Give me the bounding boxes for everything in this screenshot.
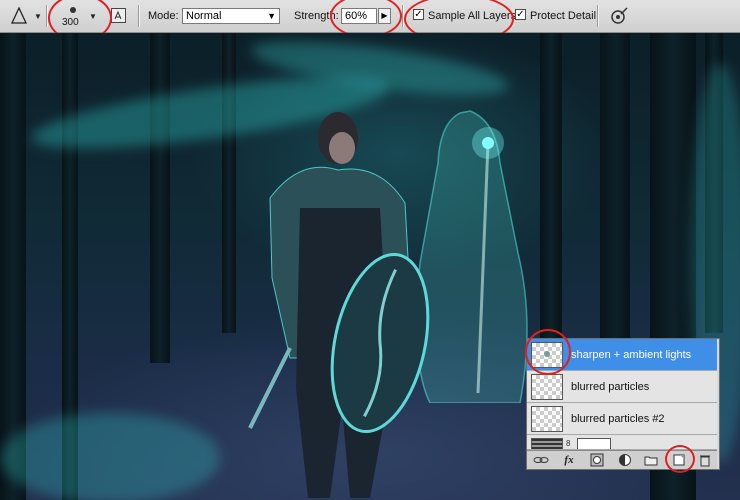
fx-icon[interactable]: fx xyxy=(561,453,577,467)
layer-thumbnail xyxy=(531,374,563,400)
pressure-icon[interactable] xyxy=(609,6,629,26)
mask-icon[interactable] xyxy=(589,453,605,467)
layer-row-selected[interactable]: sharpen + ambient lights xyxy=(527,339,717,371)
brush-tip-icon xyxy=(70,7,76,13)
brush-panel-toggle-icon[interactable] xyxy=(111,8,126,23)
strength-slider-button[interactable]: ▶ xyxy=(378,8,391,24)
link-icon: 8 xyxy=(566,439,571,448)
layer-name: sharpen + ambient lights xyxy=(571,349,692,361)
divider xyxy=(597,5,599,27)
mode-select[interactable]: Normal ▼ xyxy=(182,8,280,24)
chevron-down-icon: ▼ xyxy=(267,11,276,21)
tree-trunk xyxy=(540,33,562,343)
protect-detail-label: Protect Detail xyxy=(530,10,597,22)
folder-icon[interactable] xyxy=(643,453,659,467)
tree-trunk xyxy=(150,33,170,363)
layer-name: blurred particles xyxy=(571,381,650,393)
layer-row[interactable]: blurred particles #2 xyxy=(527,403,717,435)
strength-value: 60% xyxy=(345,10,368,22)
layers-footer: fx xyxy=(527,445,717,473)
mode-value: Normal xyxy=(186,10,222,22)
layer-row-partial[interactable]: 8 xyxy=(527,435,717,450)
divider xyxy=(138,5,140,27)
layer-name: blurred particles #2 xyxy=(571,413,665,425)
layer-thumbnail xyxy=(531,406,563,432)
divider xyxy=(402,5,404,27)
brush-picker-arrow-icon[interactable]: ▼ xyxy=(89,12,97,21)
brush-picker[interactable]: 300 xyxy=(58,4,88,30)
layers-panel: sharpen + ambient lights blurred particl… xyxy=(525,329,720,473)
divider xyxy=(46,5,48,27)
link-icon[interactable] xyxy=(533,453,549,467)
mode-label: Mode: xyxy=(148,10,179,22)
tree-trunk xyxy=(600,33,630,363)
layer-thumbnail xyxy=(531,342,563,368)
adjustment-icon[interactable] xyxy=(617,453,633,467)
new-layer-icon[interactable] xyxy=(671,453,687,467)
tool-preset-arrow-icon[interactable]: ▼ xyxy=(34,12,42,21)
brush-size: 300 xyxy=(62,17,79,28)
strength-input[interactable]: 60% xyxy=(341,8,377,24)
document-canvas[interactable]: sharpen + ambient lights blurred particl… xyxy=(0,33,740,500)
trash-icon[interactable] xyxy=(697,453,713,467)
magic-glow xyxy=(0,413,220,500)
strength-label: Strength: xyxy=(294,10,339,22)
sharpen-tool-icon[interactable] xyxy=(8,5,30,27)
layer-row[interactable]: blurred particles xyxy=(527,371,717,403)
sample-all-layers-label: Sample All Layers xyxy=(428,10,517,22)
adjustment-layer-thumbnail xyxy=(531,438,563,449)
sample-all-layers-checkbox[interactable]: ✓ xyxy=(413,9,424,20)
warrior-figure xyxy=(248,112,430,498)
protect-detail-checkbox[interactable]: ✓ xyxy=(515,9,526,20)
options-bar: ▼ 300 ▼ Mode: Normal ▼ Strength: 60% ▶ ✓… xyxy=(0,0,740,44)
layer-mask-thumbnail xyxy=(577,438,611,449)
